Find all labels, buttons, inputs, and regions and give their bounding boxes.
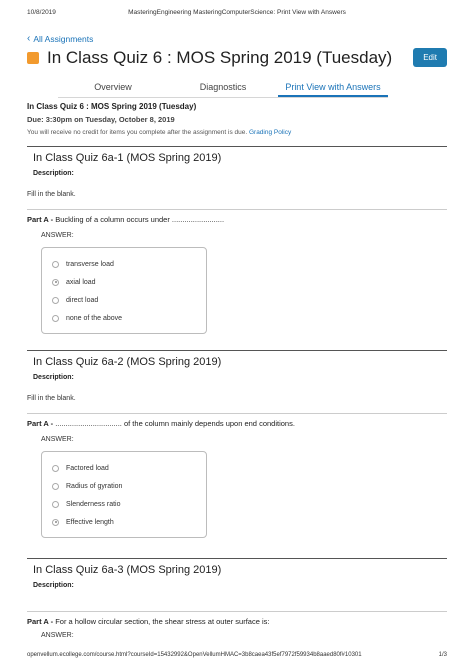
print-document-title: MasteringEngineering MasteringComputerSc…: [128, 9, 346, 16]
grading-policy-link[interactable]: Grading Policy: [249, 129, 291, 136]
tab-diagnostics[interactable]: Diagnostics: [168, 78, 278, 97]
answer-label: ANSWER:: [41, 632, 74, 639]
all-assignments-label: All Assignments: [33, 34, 94, 44]
answer-option[interactable]: direct load: [52, 291, 196, 309]
option-label: Slenderness ratio: [66, 500, 121, 508]
part-label: Part A -: [27, 215, 54, 224]
answer-option[interactable]: Effective length: [52, 513, 196, 531]
print-url: openvellum.ecollege.com/course.html?cour…: [27, 652, 362, 658]
option-label: none of the above: [66, 314, 123, 322]
section-divider: [27, 146, 447, 147]
option-label: Radius of gyration: [66, 482, 123, 490]
description-label: Description:: [33, 582, 74, 589]
answer-options-box: transverse load axial load direct load n…: [41, 247, 207, 334]
all-assignments-link[interactable]: ‹ All Assignments: [27, 33, 94, 45]
tab-bar: Overview Diagnostics Print View with Ans…: [58, 78, 388, 98]
section-divider: [27, 350, 447, 351]
part-divider: [27, 209, 447, 210]
late-notice: You will receive no credit for items you…: [27, 129, 291, 136]
due-date: Due: 3:30pm on Tuesday, October 8, 2019: [27, 115, 175, 124]
part-text: For a hollow circular section, the shear…: [53, 617, 270, 626]
question-section: In Class Quiz 6a-1 (MOS Spring 2019) Des…: [27, 146, 447, 334]
part-a-prompt: Part A - For a hollow circular section, …: [27, 617, 447, 626]
part-text: ................................ of the …: [53, 419, 295, 428]
question-section: In Class Quiz 6a-2 (MOS Spring 2019) Des…: [27, 350, 447, 538]
answer-option[interactable]: Slenderness ratio: [52, 495, 196, 513]
chevron-left-icon: ‹: [27, 33, 31, 44]
edit-button[interactable]: Edit: [413, 48, 447, 67]
answer-option[interactable]: Factored load: [52, 459, 196, 477]
option-label: direct load: [66, 296, 99, 304]
description-label: Description:: [33, 170, 74, 177]
description-label: Description:: [33, 374, 74, 381]
assignment-status-square-icon: [27, 52, 39, 64]
fill-instructions: Fill in the blank.: [27, 191, 76, 198]
question-section: In Class Quiz 6a-3 (MOS Spring 2019) Des…: [27, 558, 447, 639]
answer-option[interactable]: Radius of gyration: [52, 477, 196, 495]
answer-option[interactable]: none of the above: [52, 309, 196, 327]
tab-overview[interactable]: Overview: [58, 78, 168, 97]
radio-icon[interactable]: [52, 464, 59, 472]
print-header: 10/8/2019 MasteringEngineering Mastering…: [27, 9, 447, 19]
part-divider: [27, 413, 447, 414]
tab-print-view-with-answers[interactable]: Print View with Answers: [278, 78, 388, 97]
assignment-title: In Class Quiz 6 : MOS Spring 2019 (Tuesd…: [27, 102, 197, 111]
print-footer: openvellum.ecollege.com/course.html?cour…: [27, 652, 447, 662]
page-title: In Class Quiz 6 : MOS Spring 2019 (Tuesd…: [47, 48, 393, 67]
question-title: In Class Quiz 6a-3 (MOS Spring 2019): [33, 564, 222, 576]
radio-icon[interactable]: [52, 260, 59, 268]
fill-instructions: Fill in the blank.: [27, 395, 76, 402]
part-label: Part A -: [27, 617, 54, 626]
radio-icon[interactable]: [52, 500, 59, 508]
late-notice-text: You will receive no credit for items you…: [27, 129, 248, 136]
radio-selected-icon[interactable]: [52, 278, 59, 286]
answer-label: ANSWER:: [41, 436, 74, 443]
part-a-prompt: Part A - ...............................…: [27, 419, 447, 428]
part-divider: [27, 611, 447, 612]
part-label: Part A -: [27, 419, 54, 428]
radio-selected-icon[interactable]: [52, 518, 59, 526]
answer-option[interactable]: axial load: [52, 273, 196, 291]
answer-option[interactable]: transverse load: [52, 255, 196, 273]
option-label: axial load: [66, 278, 96, 286]
radio-icon[interactable]: [52, 314, 59, 322]
section-divider: [27, 558, 447, 559]
option-label: Effective length: [66, 518, 114, 526]
part-a-prompt: Part A - Buckling of a column occurs und…: [27, 215, 447, 224]
answer-options-box: Factored load Radius of gyration Slender…: [41, 451, 207, 538]
question-title: In Class Quiz 6a-2 (MOS Spring 2019): [33, 356, 222, 368]
radio-icon[interactable]: [52, 482, 59, 490]
page-number: 1/3: [438, 652, 447, 658]
page-header: In Class Quiz 6 : MOS Spring 2019 (Tuesd…: [27, 46, 447, 70]
part-text: Buckling of a column occurs under ......…: [53, 215, 225, 224]
radio-icon[interactable]: [52, 296, 59, 304]
question-title: In Class Quiz 6a-1 (MOS Spring 2019): [33, 152, 222, 164]
option-label: Factored load: [66, 464, 109, 472]
answer-label: ANSWER:: [41, 232, 74, 239]
option-label: transverse load: [66, 260, 114, 268]
